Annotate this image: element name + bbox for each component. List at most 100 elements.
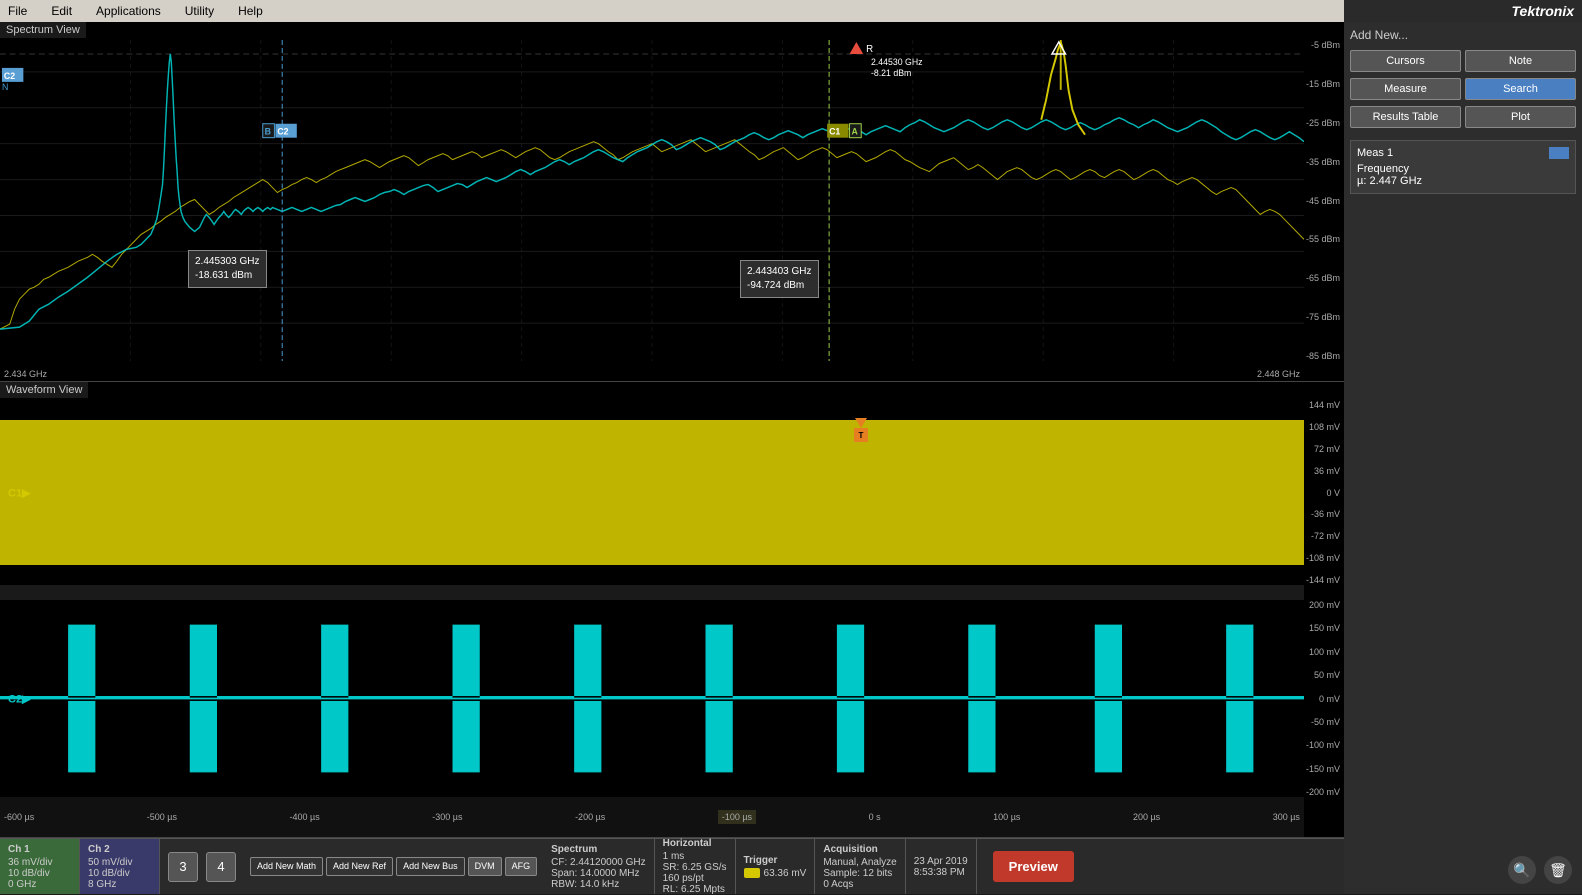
wb-y6: -50 mV <box>1311 717 1340 727</box>
wb-y9: -200 mV <box>1306 787 1340 797</box>
delete-icon[interactable]: 🗑 <box>1544 856 1572 884</box>
horizontal-sr: SR: 6.25 GS/s <box>663 862 727 873</box>
y-label-7: -65 dBm <box>1306 273 1340 283</box>
wb-y5: 0 mV <box>1319 694 1340 704</box>
wt-y1: 144 mV <box>1309 400 1340 410</box>
num3-button[interactable]: 3 <box>168 852 198 882</box>
svg-text:-8.21 dBm: -8.21 dBm <box>871 68 911 78</box>
add-new-label: Add New... <box>1350 28 1408 42</box>
cursor-b-tooltip: 2.445303 GHz -18.631 dBm <box>188 250 267 288</box>
horizontal-pts: 160 ps/pt <box>663 873 727 884</box>
cursor-a-tooltip: 2.443403 GHz -94.724 dBm <box>740 260 819 298</box>
acquisition-acqs: 0 Acqs <box>823 879 896 890</box>
y-label-9: -85 dBm <box>1306 351 1340 361</box>
num4-button[interactable]: 4 <box>206 852 236 882</box>
acquisition-status: Acquisition Manual, Analyze Sample: 12 b… <box>815 839 905 894</box>
ch1-label: Ch 1 <box>8 844 71 855</box>
t10: 300 µs <box>1273 812 1300 822</box>
dvm-button[interactable]: DVM <box>468 857 502 877</box>
spectrum-status: Spectrum CF: 2.44120000 GHz Span: 14.000… <box>543 839 655 894</box>
add-new-area: Add New... <box>1350 28 1576 42</box>
waveform-top[interactable]: C1▶ <box>0 400 1304 585</box>
waveform-divider <box>0 585 1304 600</box>
waveform-bottom[interactable]: C2▶ <box>0 600 1304 797</box>
add-new-ref-label: Add New Ref <box>333 861 386 873</box>
spectrum-view: Spectrum View -5 dBm -15 dBm -25 dBm -35… <box>0 22 1344 382</box>
spectrum-label: Spectrum <box>551 844 646 855</box>
spectrum-cf: CF: 2.44120000 GHz <box>551 857 646 868</box>
menu-item-edit[interactable]: Edit <box>47 2 76 20</box>
cursor-b-freq: 2.445303 GHz <box>195 255 260 269</box>
measure-button[interactable]: Measure <box>1350 78 1461 100</box>
svg-text:R: R <box>866 44 873 55</box>
ch2-offset: 10 dB/div <box>88 868 151 879</box>
add-new-ref-button[interactable]: Add New Ref <box>326 857 393 877</box>
trigger-label: Trigger <box>744 855 807 866</box>
menu-item-help[interactable]: Help <box>234 2 267 20</box>
ch1-status[interactable]: Ch 1 36 mV/div 10 dB/div 0 GHz <box>0 839 80 894</box>
ch2-label: Ch 2 <box>88 844 151 855</box>
t4: -300 µs <box>432 812 462 822</box>
cursor-b-level: -18.631 dBm <box>195 269 260 283</box>
search-button[interactable]: Search <box>1465 78 1576 100</box>
c2-label: C2▶ <box>8 692 31 705</box>
x-axis-left: 2.434 GHz <box>4 369 47 379</box>
meas1-box: Meas 1 Frequency µ: 2.447 GHz <box>1350 140 1576 194</box>
y-label-5: -45 dBm <box>1306 196 1340 206</box>
add-new-bus-button[interactable]: Add New Bus <box>396 857 465 877</box>
wb-y4: 50 mV <box>1314 670 1340 680</box>
y-label-8: -75 dBm <box>1306 312 1340 322</box>
measure-search-row: Measure Search <box>1350 78 1576 100</box>
main-content: Spectrum View -5 dBm -15 dBm -25 dBm -35… <box>0 22 1344 894</box>
waveform-view-label: Waveform View <box>0 382 88 398</box>
preview-button[interactable]: Preview <box>993 851 1074 882</box>
ch1-freq: 0 GHz <box>8 879 71 890</box>
trigger-ch-indicator <box>744 868 760 878</box>
svg-text:C2: C2 <box>4 71 15 81</box>
afg-button[interactable]: AFG <box>505 857 538 877</box>
horizontal-label: Horizontal <box>663 838 727 849</box>
waveform-y-right-bottom: 200 mV 150 mV 100 mV 50 mV 0 mV -50 mV -… <box>1304 600 1344 797</box>
add-new-math-button[interactable]: Add New Math <box>250 857 323 877</box>
t-marker-arrow: T <box>855 418 868 442</box>
wt-y8: -108 mV <box>1306 553 1340 563</box>
meas1-param: Frequency <box>1357 163 1569 175</box>
acquisition-label: Acquisition <box>823 844 896 855</box>
spectrum-canvas[interactable]: R 2.44530 GHz -8.21 dBm B C2 C1 A <box>0 40 1304 361</box>
ch2-status[interactable]: Ch 2 50 mV/div 10 dB/div 8 GHz <box>80 839 160 894</box>
svg-text:C1: C1 <box>829 127 840 137</box>
acquisition-sample: Sample: 12 bits <box>823 868 896 879</box>
menu-item-applications[interactable]: Applications <box>92 2 165 20</box>
wt-y6: -36 mV <box>1311 509 1340 519</box>
right-panel: Add New... Cursors Note Measure Search R… <box>1344 22 1582 894</box>
cursor-a-freq: 2.443403 GHz <box>747 265 812 279</box>
spectrum-view-label: Spectrum View <box>0 22 86 38</box>
ch1-scale: 36 mV/div <box>8 857 71 868</box>
add-new-bus-label: Add New Bus <box>403 861 458 873</box>
logo-text: Tektronix <box>1512 3 1575 19</box>
results-table-button[interactable]: Results Table <box>1350 106 1461 128</box>
svg-text:N: N <box>2 82 8 92</box>
spectrum-svg: R 2.44530 GHz -8.21 dBm B C2 C1 A <box>0 40 1304 361</box>
plot-button[interactable]: Plot <box>1465 106 1576 128</box>
meas1-indicator <box>1549 147 1569 159</box>
meas1-title-row: Meas 1 <box>1357 147 1569 159</box>
spectrum-x-axis: 2.434 GHz 2.448 GHz <box>0 369 1304 379</box>
datetime-date: 23 Apr 2019 <box>914 856 968 867</box>
t8: 100 µs <box>993 812 1020 822</box>
menu-item-utility[interactable]: Utility <box>181 2 218 20</box>
add-new-math-label: Add New Math <box>257 861 316 873</box>
spectrum-rbw: RBW: 14.0 kHz <box>551 879 646 890</box>
search-icon[interactable]: 🔍 <box>1508 856 1536 884</box>
y-label-1: -5 dBm <box>1311 40 1340 50</box>
svg-text:C2: C2 <box>277 127 288 137</box>
menu-item-file[interactable]: File <box>4 2 31 20</box>
cursors-button[interactable]: Cursors <box>1350 50 1461 72</box>
acquisition-mode: Manual, Analyze <box>823 857 896 868</box>
logo-bar: Tektronix <box>1344 0 1582 22</box>
wt-y5: 0 V <box>1326 488 1340 498</box>
note-button[interactable]: Note <box>1465 50 1576 72</box>
y-label-3: -25 dBm <box>1306 118 1340 128</box>
status-bar: Ch 1 36 mV/div 10 dB/div 0 GHz Ch 2 50 m… <box>0 838 1344 894</box>
y-label-2: -15 dBm <box>1306 79 1340 89</box>
